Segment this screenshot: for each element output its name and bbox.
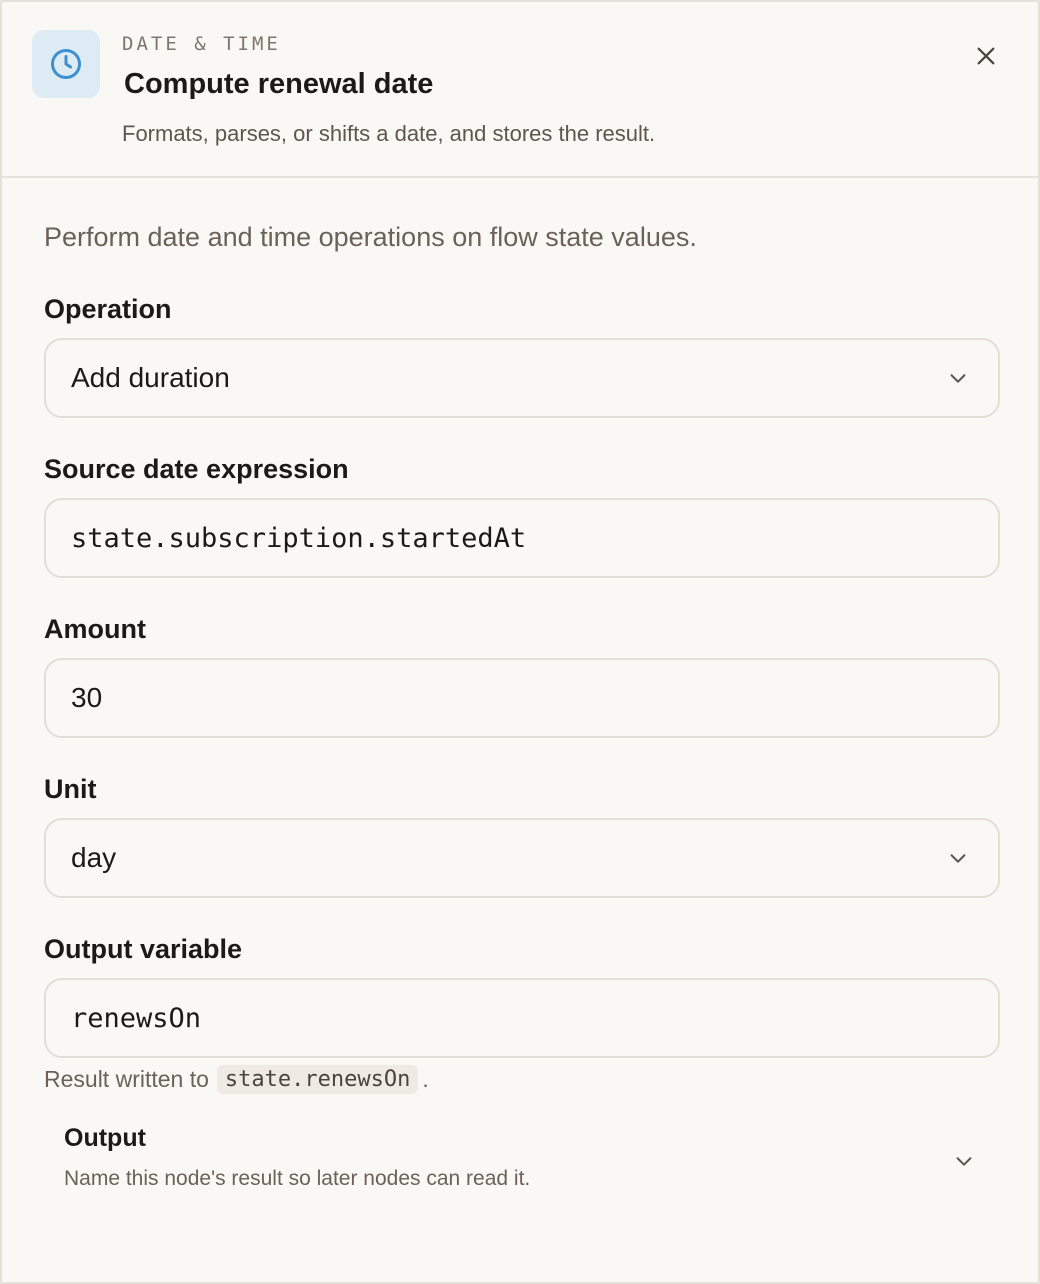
output-section-description: Name this node's result so later nodes c… (64, 1167, 531, 1190)
node-title[interactable]: Compute renewal date (124, 68, 433, 101)
node-icon-tile (32, 30, 100, 98)
node-description: Perform date and time operations on flow… (44, 222, 697, 252)
output-variable-input[interactable]: renewsOn (44, 978, 1000, 1058)
amount-input[interactable]: 30 (44, 658, 1000, 738)
close-icon (977, 47, 995, 65)
chevron-down-icon (952, 1149, 976, 1173)
chevron-down-icon (946, 846, 970, 870)
clock-icon (51, 49, 81, 79)
source-expression-input[interactable]: state.subscription.startedAt (44, 498, 1000, 578)
operation-select[interactable]: Add duration (44, 338, 1000, 418)
output-variable-value: renewsOn (71, 1002, 202, 1034)
close-button[interactable] (970, 40, 1002, 72)
panel-header: DATE & TIME Compute renewal date Formats… (2, 2, 1038, 178)
unit-label: Unit (44, 774, 97, 804)
node-category: DATE & TIME (122, 33, 281, 55)
output-section-title: Output (64, 1124, 146, 1152)
node-config-panel: DATE & TIME Compute renewal date Formats… (0, 0, 1040, 1284)
operation-value: Add duration (71, 362, 230, 393)
unit-select[interactable]: day (44, 818, 1000, 898)
chevron-down-icon (946, 366, 970, 390)
help-prefix: Result written to (44, 1066, 209, 1092)
help-code-chip: state.renewsOn (216, 1065, 419, 1094)
output-variable-help: Result written to state.renewsOn . (44, 1065, 429, 1094)
help-suffix: . (422, 1066, 429, 1092)
amount-label: Amount (44, 614, 146, 644)
source-expression-value: state.subscription.startedAt (71, 522, 527, 554)
node-subtitle: Formats, parses, or shifts a date, and s… (122, 121, 656, 146)
unit-value: day (71, 842, 117, 873)
output-variable-label: Output variable (44, 934, 243, 964)
operation-label: Operation (44, 294, 172, 324)
source-label: Source date expression (44, 454, 349, 484)
output-section-toggle[interactable]: Output Name this node's result so later … (44, 1116, 1000, 1216)
amount-value: 30 (71, 682, 103, 713)
